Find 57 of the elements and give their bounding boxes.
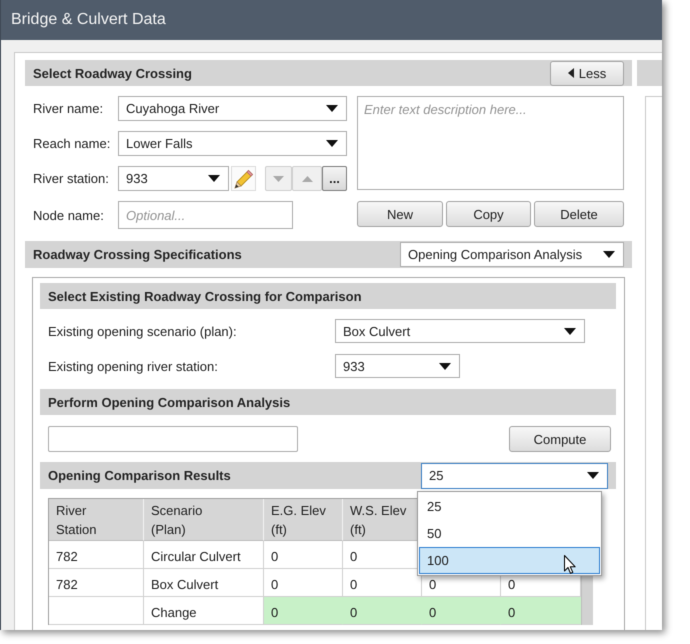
table-cell: Change	[144, 597, 264, 625]
section-title: Perform Opening Comparison Analysis	[48, 394, 290, 410]
field-label: River station:	[33, 171, 110, 186]
table-cell: 0	[264, 569, 343, 597]
table-cell: Circular Culvert	[144, 541, 264, 569]
table-cell: 782	[49, 569, 144, 597]
caret-icon	[326, 105, 338, 112]
section-title: Select Existing Roadway Crossing for Comparison	[48, 288, 362, 304]
caret-icon	[208, 175, 220, 182]
table-cell: Box Culvert	[144, 569, 264, 597]
dropdown-option[interactable]: 50	[419, 520, 600, 546]
table-cell: 0	[343, 597, 422, 625]
mode-dropdown[interactable]: Opening Comparison Analysis	[400, 242, 624, 267]
dropdown[interactable]: Box Culvert	[335, 319, 585, 343]
dropdown[interactable]: Lower Falls	[118, 131, 347, 156]
section-title: Opening Comparison Results	[48, 468, 231, 483]
caret-icon	[326, 140, 338, 147]
down-triangle-icon	[273, 176, 284, 182]
section-title: Roadway Crossing Specifications	[33, 247, 242, 262]
action-button[interactable]: Delete	[534, 201, 624, 227]
dropdown-option[interactable]: 25	[419, 492, 600, 520]
dropdown-option[interactable]: 100	[419, 546, 600, 574]
caret-icon	[587, 472, 599, 479]
browse-button[interactable]: ...	[322, 166, 347, 191]
field-label: Node name:	[33, 208, 105, 222]
table-cell: 0	[501, 597, 581, 625]
table-cell: 0	[264, 541, 343, 569]
dropdown[interactable]: 933	[335, 354, 460, 378]
action-button[interactable]: New	[357, 201, 443, 227]
column-header: E.G. Elev (ft)	[264, 499, 343, 541]
pencil-icon	[234, 168, 254, 188]
column-header: River Station	[49, 499, 144, 541]
action-button[interactable]: Copy	[446, 201, 531, 227]
less-button[interactable]: Less	[550, 60, 624, 86]
column-header: Scenario (Plan)	[144, 499, 264, 541]
table-cell: 0	[264, 597, 343, 625]
window-title: Bridge & Culvert Data	[11, 11, 166, 29]
field-label: Existing opening river station:	[48, 358, 219, 374]
field-label: Reach name:	[33, 136, 112, 151]
field-label: River name:	[33, 101, 104, 116]
description-field[interactable]: Enter text description here...	[357, 96, 624, 190]
input-field[interactable]	[48, 426, 298, 452]
up-triangle-icon	[302, 176, 312, 182]
profile-dropdown[interactable]: 25	[421, 462, 608, 488]
field-label: Existing opening scenario (plan):	[48, 324, 238, 338]
table-cell: 782	[49, 541, 144, 569]
text-field[interactable]: Optional...	[118, 201, 293, 229]
edit-button[interactable]	[231, 166, 256, 191]
dropdown[interactable]: 933	[118, 166, 229, 191]
table-cell: 0	[422, 597, 501, 625]
left-triangle-icon	[568, 68, 574, 78]
caret-icon	[603, 251, 615, 258]
caret-icon	[564, 328, 576, 334]
section-title: Select Roadway Crossing	[33, 66, 192, 80]
compute-button[interactable]: Compute	[509, 426, 611, 452]
caret-icon	[439, 362, 451, 370]
dropdown[interactable]: Cuyahoga River	[118, 96, 347, 121]
